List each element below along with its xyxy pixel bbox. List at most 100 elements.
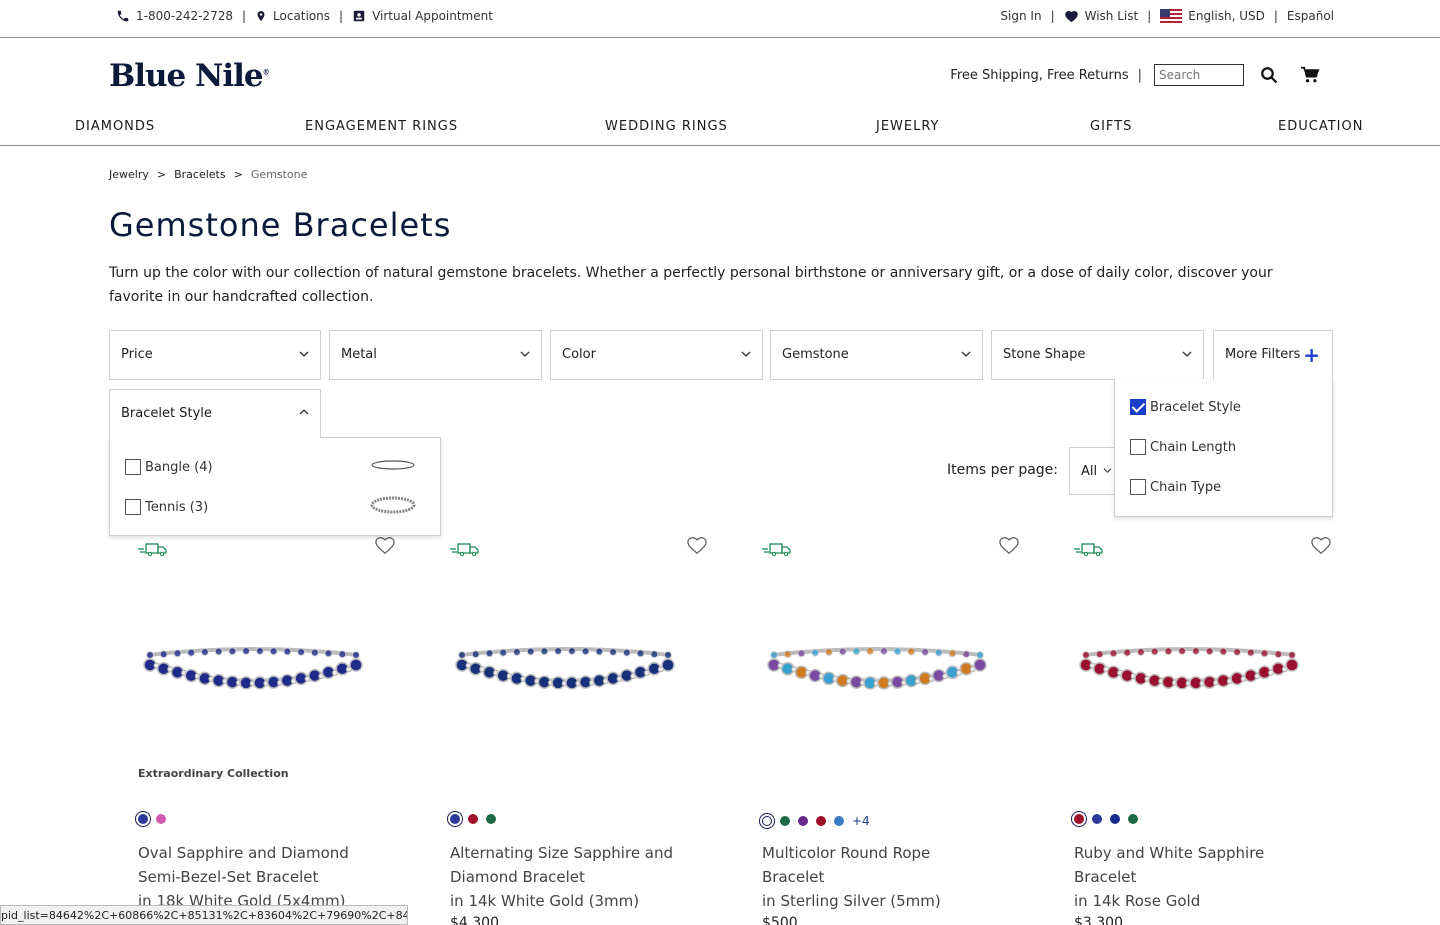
chain-length-checkbox[interactable]: [1130, 439, 1146, 455]
cart-button[interactable]: [1300, 66, 1320, 84]
tennis-checkbox[interactable]: [125, 499, 141, 515]
option-label: Bracelet Style: [1150, 399, 1241, 415]
product-image[interactable]: [1074, 625, 1304, 715]
locations-link[interactable]: Locations: [255, 9, 330, 23]
wishlist-heart-icon[interactable]: [374, 535, 396, 555]
chain-type-checkbox[interactable]: [1130, 479, 1146, 495]
filter-label: More Filters: [1225, 347, 1301, 362]
language-selector[interactable]: English, USD: [1160, 9, 1265, 23]
nav-wedding-rings[interactable]: WEDDING RINGS: [605, 119, 728, 134]
search-icon: [1261, 67, 1278, 84]
filter-label: Gemstone: [782, 347, 849, 362]
more-filters-panel: Bracelet Style Chain Length Chain Type: [1114, 379, 1333, 517]
more-swatches-link[interactable]: +4: [852, 814, 870, 828]
product-card[interactable]: Alternating Size Sapphire and Diamond Br…: [450, 535, 740, 925]
utility-left: 1-800-242-2728 | Locations | Virtual App…: [116, 9, 493, 23]
language-label: English, USD: [1188, 9, 1265, 23]
main-nav: DIAMONDS ENGAGEMENT RINGS WEDDING RINGS …: [0, 110, 1440, 146]
metal-gem-swatch[interactable]: [1110, 814, 1120, 824]
tennis-option[interactable]: Tennis (3): [125, 499, 208, 515]
nav-gifts[interactable]: GIFTS: [1090, 119, 1132, 134]
bangle-checkbox[interactable]: [125, 459, 141, 475]
filter-stone-shape[interactable]: Stone Shape: [991, 330, 1204, 380]
product-name-line-2: Bracelet: [762, 868, 825, 886]
bracelet-style-filter[interactable]: Bracelet Style: [109, 389, 321, 438]
filter-more-filters[interactable]: More Filters +: [1213, 330, 1333, 380]
product-image[interactable]: [138, 625, 368, 715]
wishlist-heart-icon[interactable]: [1310, 535, 1332, 555]
product-name-line-1: Multicolor Round Rope: [762, 844, 931, 862]
free-shipping-truck-icon: [138, 543, 167, 556]
us-flag-icon: [1160, 9, 1183, 23]
phone-icon: [117, 10, 129, 22]
metal-gem-swatch[interactable]: [156, 814, 166, 824]
header-right: Free Shipping, Free Returns |: [950, 64, 1320, 86]
chain-length-option[interactable]: Chain Length: [1130, 439, 1236, 455]
bracelet-style-checkbox[interactable]: [1130, 399, 1146, 415]
swatch-row: [138, 814, 166, 824]
metal-gem-swatch[interactable]: [1074, 814, 1084, 824]
nav-jewelry[interactable]: JEWELRY: [876, 119, 940, 134]
product-name[interactable]: Multicolor Round Rope Bracelet in Sterli…: [762, 841, 1032, 913]
logo-text: Blue Nile: [109, 58, 264, 94]
metal-gem-swatch[interactable]: [450, 814, 460, 824]
breadcrumb-jewelry[interactable]: Jewelry: [109, 168, 149, 181]
filter-label: Stone Shape: [1003, 347, 1086, 362]
search-button[interactable]: [1260, 66, 1278, 84]
bracelet-style-option[interactable]: Bracelet Style: [1130, 399, 1241, 415]
option-label: Chain Length: [1150, 439, 1237, 455]
metal-gem-swatch[interactable]: [780, 816, 790, 826]
nav-engagement-rings[interactable]: ENGAGEMENT RINGS: [305, 119, 458, 134]
product-card[interactable]: +4 Multicolor Round Rope Bracelet in Ste…: [762, 535, 1052, 925]
product-name-line-1: Alternating Size Sapphire and: [450, 844, 674, 862]
search-input[interactable]: [1154, 64, 1244, 86]
breadcrumb-bracelets[interactable]: Bracelets: [174, 168, 226, 181]
product-name[interactable]: Oval Sapphire and Diamond Semi-Bezel-Set…: [138, 841, 408, 913]
chain-type-option[interactable]: Chain Type: [1130, 479, 1221, 495]
filter-price[interactable]: Price: [109, 330, 321, 380]
locations-label: Locations: [273, 9, 331, 23]
espanol-link[interactable]: Español: [1287, 9, 1334, 23]
filter-metal[interactable]: Metal: [329, 330, 542, 380]
metal-gem-swatch[interactable]: [816, 816, 826, 826]
chevron-down-icon: [741, 351, 751, 357]
product-name-line-2: Diamond Bracelet: [450, 868, 585, 886]
metal-gem-swatch[interactable]: [486, 814, 496, 824]
metal-gem-swatch[interactable]: [138, 814, 148, 824]
metal-gem-swatch[interactable]: [834, 816, 844, 826]
metal-gem-swatch[interactable]: [798, 816, 808, 826]
product-image[interactable]: [450, 625, 680, 715]
product-name[interactable]: Ruby and White Sapphire Bracelet in 14k …: [1074, 841, 1344, 913]
map-pin-icon: [257, 11, 265, 21]
bangle-option[interactable]: Bangle (4): [125, 459, 213, 475]
filter-color[interactable]: Color: [550, 330, 763, 380]
option-label: Chain Type: [1150, 479, 1222, 495]
metal-gem-swatch[interactable]: [468, 814, 478, 824]
metal-gem-swatch[interactable]: [1128, 814, 1138, 824]
nav-education[interactable]: EDUCATION: [1278, 119, 1363, 134]
tennis-bracelet-icon: [370, 496, 416, 514]
product-image[interactable]: [762, 625, 992, 715]
filter-label: Metal: [341, 347, 377, 362]
wish-list-link[interactable]: Wish List: [1064, 9, 1138, 23]
option-label: Tennis (3): [145, 499, 209, 515]
wishlist-heart-icon[interactable]: [686, 535, 708, 555]
nav-diamonds[interactable]: DIAMONDS: [75, 119, 155, 134]
divider: |: [241, 9, 247, 23]
metal-gem-swatch[interactable]: [762, 816, 772, 826]
phone-link[interactable]: 1-800-242-2728: [116, 9, 233, 23]
site-logo[interactable]: Blue Nile®: [109, 58, 270, 94]
metal-gem-swatch[interactable]: [1092, 814, 1102, 824]
chevron-down-icon: [961, 351, 971, 357]
product-name[interactable]: Alternating Size Sapphire and Diamond Br…: [450, 841, 720, 913]
wishlist-heart-icon[interactable]: [998, 535, 1020, 555]
sign-in-link[interactable]: Sign In: [1000, 9, 1041, 23]
product-card[interactable]: Extraordinary Collection Oval Sapphire a…: [138, 535, 428, 925]
chevron-down-icon: [299, 351, 309, 357]
product-metal: in 14k Rose Gold: [1074, 892, 1201, 910]
items-per-page-select[interactable]: All: [1069, 447, 1119, 495]
browser-status-url: pid_list=84642%2C+60866%2C+85131%2C+8360…: [0, 905, 408, 925]
virtual-appointment-link[interactable]: Virtual Appointment: [352, 9, 493, 23]
product-card[interactable]: Ruby and White Sapphire Bracelet in 14k …: [1074, 535, 1364, 925]
filter-gemstone[interactable]: Gemstone: [770, 330, 983, 380]
